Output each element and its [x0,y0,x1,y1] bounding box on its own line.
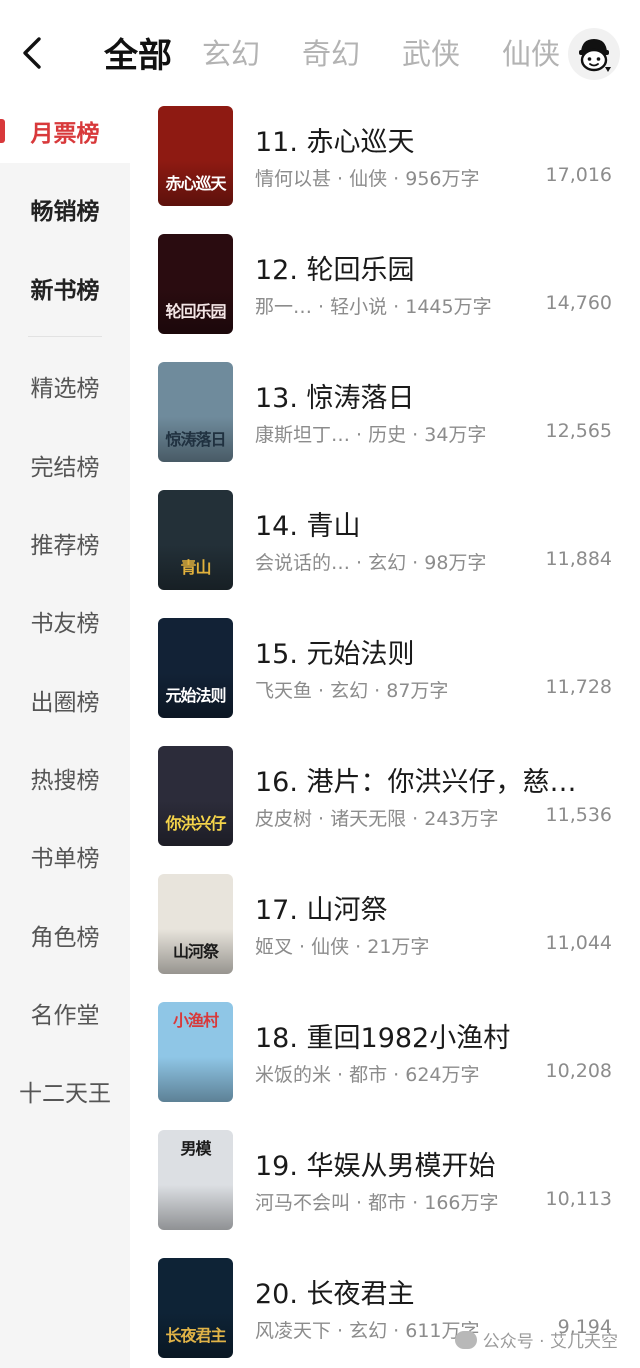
book-title: 17. 山河祭 [255,895,388,926]
sidebar-item-booklist[interactable]: 书单榜 [0,824,130,888]
sidebar-item-completed[interactable]: 完结榜 [0,433,130,497]
book-cover[interactable]: 长夜君主 [158,1258,233,1358]
book-title: 19. 华娱从男模开始 [255,1151,496,1182]
monthly-ticket-count: 11,728 [545,676,612,698]
book-item[interactable]: 惊涛落日 13. 惊涛落日 康斯坦丁… · 历史 · 34万字 12,565 [158,362,618,464]
cover-title: 赤心巡天 [165,174,226,193]
tab-xuanhuan[interactable]: 玄幻 [202,31,260,73]
cover-title: 山河祭 [172,942,219,961]
sidebar-item-recommended[interactable]: 推荐榜 [0,511,130,575]
sidebar-item-featured[interactable]: 精选榜 [0,354,130,418]
cover-title: 小渔村 [172,1011,219,1030]
monthly-ticket-count: 11,044 [545,932,612,954]
book-title: 20. 长夜君主 [255,1279,415,1310]
watermark-text: 公众号 · 艾几天空 [482,1332,618,1352]
monthly-ticket-count: 14,760 [545,292,612,314]
book-meta: 米饭的米 · 都市 · 624万字 [255,1064,480,1086]
book-title: 16. 港片：你洪兴仔，慈… [255,767,577,798]
top-nav-bar: 全部 玄幻 奇幻 武侠 仙侠 [0,0,640,104]
book-title: 11. 赤心巡天 [255,127,415,158]
book-cover[interactable]: 轮回乐园 [158,234,233,334]
book-cover[interactable]: 男模 [158,1130,233,1230]
monthly-ticket-count: 11,536 [545,804,612,826]
book-meta: 康斯坦丁… · 历史 · 34万字 [255,424,487,446]
book-cover[interactable]: 山河祭 [158,874,233,974]
book-cover[interactable]: 青山 [158,490,233,590]
sidebar-item-bestseller[interactable]: 畅销榜 [0,177,130,241]
cover-title: 你洪兴仔 [165,814,226,833]
book-item[interactable]: 小渔村 18. 重回1982小渔村 米饭的米 · 都市 · 624万字 10,2… [158,1002,618,1104]
monthly-ticket-count: 12,565 [545,420,612,442]
book-cover[interactable]: 惊涛落日 [158,362,233,462]
book-title: 18. 重回1982小渔村 [255,1023,511,1054]
monthly-ticket-count: 10,113 [545,1188,612,1210]
book-meta: 那一… · 轻小说 · 1445万字 [255,296,492,318]
cover-title: 男模 [180,1139,211,1158]
active-item-marker [0,119,5,143]
book-item[interactable]: 男模 19. 华娱从男模开始 河马不会叫 · 都市 · 166万字 10,113 [158,1130,618,1232]
sidebar-item-monthly-ticket[interactable]: 月票榜 [0,99,130,163]
book-item[interactable]: 山河祭 17. 山河祭 姬叉 · 仙侠 · 21万字 11,044 [158,874,618,976]
book-meta: 飞天鱼 · 玄幻 · 87万字 [255,680,449,702]
tab-all[interactable]: 全部 [104,28,172,77]
tab-xianxia[interactable]: 仙侠 [502,31,560,73]
category-tabs: 全部 玄幻 奇幻 武侠 仙侠 [96,22,602,82]
sidebar-item-characters[interactable]: 角色榜 [0,903,130,967]
chevron-left-icon [23,37,41,69]
book-title: 12. 轮回乐园 [255,255,415,286]
book-cover[interactable]: 你洪兴仔 [158,746,233,846]
book-meta: 情何以甚 · 仙侠 · 956万字 [255,168,480,190]
back-button[interactable] [12,30,52,76]
watermark: 公众号 · 艾几天空 [454,1327,618,1352]
book-meta: 皮皮树 · 诸天无限 · 243万字 [255,808,499,830]
book-cover[interactable]: 赤心巡天 [158,106,233,206]
book-title: 14. 青山 [255,511,361,542]
book-meta: 风凌天下 · 玄幻 · 611万字 [255,1320,480,1342]
sidebar-item-twelve-kings[interactable]: 十二天王 [0,1059,130,1123]
sidebar-item-reader-friends[interactable]: 书友榜 [0,589,130,653]
cover-title: 轮回乐园 [165,302,226,321]
book-item[interactable]: 赤心巡天 11. 赤心巡天 情何以甚 · 仙侠 · 956万字 17,016 [158,106,618,208]
book-item[interactable]: 青山 14. 青山 会说话的… · 玄幻 · 98万字 11,884 [158,490,618,592]
face-avatar-icon [579,39,611,72]
book-meta: 姬叉 · 仙侠 · 21万字 [255,936,430,958]
book-meta: 会说话的… · 玄幻 · 98万字 [255,552,487,574]
book-cover[interactable]: 元始法则 [158,618,233,718]
cover-title: 青山 [180,558,211,577]
sidebar-divider [28,336,102,337]
profile-button[interactable] [568,28,620,80]
sidebar-item-new-books[interactable]: 新书榜 [0,256,130,320]
monthly-ticket-count: 11,884 [545,548,612,570]
sidebar-item-hall-of-fame[interactable]: 名作堂 [0,981,130,1045]
book-item[interactable]: 轮回乐园 12. 轮回乐园 那一… · 轻小说 · 1445万字 14,760 [158,234,618,336]
cover-title: 元始法则 [165,686,226,705]
book-title: 13. 惊涛落日 [255,383,415,414]
sidebar-item-hot-search[interactable]: 热搜榜 [0,746,130,810]
monthly-ticket-count: 10,208 [545,1060,612,1082]
sidebar-item-label: 月票榜 [30,121,100,147]
monthly-ticket-count: 17,016 [545,164,612,186]
tab-qihuan[interactable]: 奇幻 [302,31,360,73]
ranking-sidebar: 月票榜 畅销榜 新书榜 精选榜 完结榜 推荐榜 书友榜 出圈榜 热搜榜 书单榜 … [0,99,130,1368]
book-item[interactable]: 你洪兴仔 16. 港片：你洪兴仔，慈… 皮皮树 · 诸天无限 · 243万字 1… [158,746,618,848]
book-title: 15. 元始法则 [255,639,415,670]
book-item[interactable]: 元始法则 15. 元始法则 飞天鱼 · 玄幻 · 87万字 11,728 [158,618,618,720]
cover-title: 长夜君主 [165,1326,226,1345]
cover-title: 惊涛落日 [165,430,226,449]
tab-wuxia[interactable]: 武侠 [402,31,460,73]
book-meta: 河马不会叫 · 都市 · 166万字 [255,1192,499,1214]
book-cover[interactable]: 小渔村 [158,1002,233,1102]
wechat-icon [454,1330,477,1349]
sidebar-item-breakout[interactable]: 出圈榜 [0,668,130,732]
tab-label: 全部 [104,35,172,76]
